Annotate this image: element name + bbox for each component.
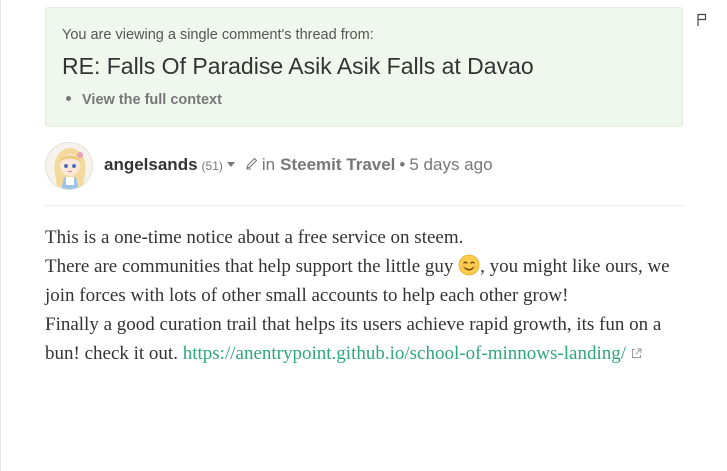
in-label: in [261,155,276,174]
avatar[interactable] [45,142,93,190]
meta-separator: • [399,155,406,174]
school-of-minnows-link[interactable]: https://anentrypoint.github.io/school-of… [183,343,626,364]
page-left-border [0,0,1,471]
timestamp[interactable]: 5 days ago [409,155,492,175]
parent-post-title-link[interactable]: RE: Falls Of Paradise Asik Asik Falls at… [62,53,534,80]
avatar-image [46,143,92,189]
community-link[interactable]: Steemit Travel [280,155,395,175]
view-full-context-link[interactable]: View the full context [82,92,222,108]
flag-icon[interactable] [697,13,707,27]
paragraph-1: This is a one-time notice about a free s… [45,227,464,248]
notice-intro: You are viewing a single comment's threa… [62,27,374,43]
bullet-icon [66,95,71,101]
caret-down-icon[interactable] [226,162,235,167]
author-link[interactable]: angelsands [104,155,198,175]
comment-meta: angelsands (51) in Steemit Travel • 5 da… [104,155,493,177]
paragraph-2: There are communities that help support … [45,252,685,310]
pencil-icon [246,157,258,170]
author-reputation: (51) [201,159,223,173]
paragraph-3: Finally a good curation trail that helps… [45,310,685,368]
single-thread-notice: You are viewing a single comment's threa… [45,7,683,127]
external-link-icon[interactable] [631,348,642,359]
smiling-face-emoji [458,254,480,276]
comment-body: This is a one-time notice about a free s… [45,223,685,368]
divider [45,205,685,206]
paragraph-2-start: There are communities that help support … [45,256,454,277]
view-full-context-item: View the full context [66,92,222,108]
